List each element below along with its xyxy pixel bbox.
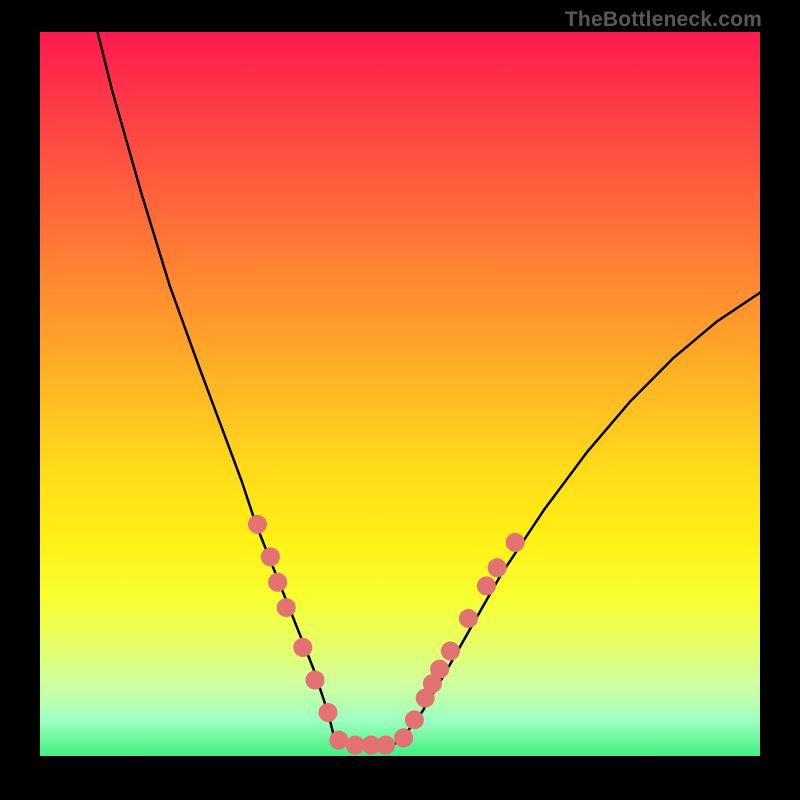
marker-dot [405, 711, 423, 729]
chart-container: TheBottleneck.com [0, 0, 800, 800]
watermark-text: TheBottleneck.com [565, 8, 762, 32]
marker-dot [488, 559, 506, 577]
marker-dot [346, 736, 364, 754]
marker-dot [261, 548, 279, 566]
plot-area [40, 32, 760, 756]
marker-dot [269, 573, 287, 591]
marker-group [248, 515, 524, 754]
marker-dot [431, 660, 449, 678]
marker-dot [459, 609, 477, 627]
marker-dot [319, 704, 337, 722]
curve-svg [40, 32, 760, 756]
marker-dot [248, 515, 266, 533]
marker-dot [277, 599, 295, 617]
marker-dot [330, 731, 348, 749]
marker-dot [441, 642, 459, 660]
marker-dot [377, 736, 395, 754]
marker-dot [306, 671, 324, 689]
marker-dot [477, 577, 495, 595]
marker-dot [506, 533, 524, 551]
bottleneck-curve [98, 32, 760, 747]
marker-dot [395, 729, 413, 747]
marker-dot [294, 638, 312, 656]
